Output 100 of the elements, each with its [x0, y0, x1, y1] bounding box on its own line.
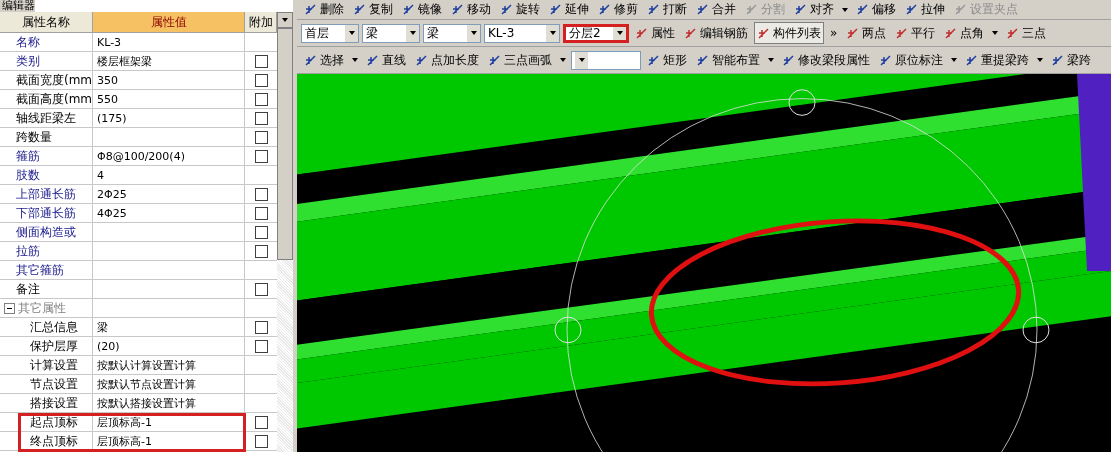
property-value[interactable]: KL-3 [93, 33, 245, 52]
checkbox[interactable] [254, 225, 268, 239]
property-value[interactable]: Φ8@100/200(4) [93, 147, 245, 166]
checkbox[interactable] [254, 434, 268, 448]
toolbar-button[interactable]: 修改梁段属性 [779, 49, 873, 71]
property-value[interactable]: 350 [93, 71, 245, 90]
toolbar-button[interactable]: 对齐 [791, 1, 837, 18]
toolbar-button[interactable]: 移动 [448, 1, 494, 18]
caret-icon [352, 58, 358, 62]
property-name: 计算设置 [0, 356, 93, 375]
property-value[interactable]: 层顶标高-1 [93, 432, 245, 451]
toolbar-button[interactable]: 拉伸 [902, 1, 948, 18]
tool-icon [794, 3, 807, 16]
toolbar-button[interactable]: 梁跨 [1048, 49, 1094, 71]
property-name: 截面高度(mm [0, 90, 93, 109]
property-name: 侧面构造或 [0, 223, 93, 242]
checkbox[interactable] [254, 339, 268, 353]
caret-icon [560, 58, 566, 62]
property-name: 终点顶标 [0, 432, 93, 451]
empty-cell[interactable] [93, 261, 245, 280]
tool-icon [696, 53, 709, 67]
empty-cell[interactable] [93, 242, 245, 261]
dropdown[interactable]: KL-3 [484, 23, 560, 43]
toolbar-button[interactable]: 延伸 [546, 1, 592, 18]
checkbox[interactable] [254, 282, 268, 296]
toolbar-button[interactable]: 选择 [301, 49, 347, 71]
property-name: 类别 [0, 52, 93, 71]
property-value[interactable]: 按默认搭接设置计算 [93, 394, 245, 413]
property-name: 搭接设置 [0, 394, 93, 413]
property-value[interactable]: 550 [93, 90, 245, 109]
caret-icon [578, 58, 585, 62]
property-value[interactable]: 4Φ25 [93, 204, 245, 223]
empty-cell[interactable] [93, 280, 245, 299]
tool-icon [965, 53, 978, 67]
property-value[interactable]: 层顶标高-1 [93, 413, 245, 432]
toolbar-button[interactable]: 点角 [941, 22, 988, 44]
property-value[interactable]: 4 [93, 166, 245, 185]
toolbar-button[interactable]: 复制 [350, 1, 396, 18]
toolbar-button[interactable]: 原位标注 [876, 49, 946, 71]
caret-icon [549, 31, 556, 35]
toolbar-button[interactable]: 点加长度 [412, 49, 482, 71]
collapse-icon[interactable] [4, 302, 15, 314]
tool-icon [856, 3, 869, 16]
tool-icon [782, 53, 795, 67]
toolbar-button[interactable]: 打断 [644, 1, 690, 18]
property-value[interactable]: 按默认计算设置计算 [93, 356, 245, 375]
property-value[interactable]: (175) [93, 109, 245, 128]
property-value[interactable]: 按默认节点设置计算 [93, 375, 245, 394]
dropdown[interactable]: 分层2 [563, 23, 629, 43]
checkbox[interactable] [254, 73, 268, 87]
checkbox[interactable] [254, 149, 268, 163]
toolbar-button[interactable]: 修剪 [595, 1, 641, 18]
toolbar-button[interactable]: 合并 [693, 1, 739, 18]
toolbar-button[interactable]: 两点 [843, 22, 890, 44]
dropdown[interactable]: 梁 [423, 23, 481, 43]
property-value[interactable]: (20) [93, 337, 245, 356]
checkbox[interactable] [254, 54, 268, 68]
more-button[interactable]: » [827, 23, 841, 43]
toolbar-button[interactable]: 编辑钢筋 [681, 22, 751, 44]
tool-icon [895, 26, 909, 40]
toolbar-button[interactable]: 镜像 [399, 1, 445, 18]
property-name: 起点顶标 [0, 413, 93, 432]
group-row[interactable]: 其它属性 [0, 299, 93, 318]
tool-icon [944, 26, 958, 40]
caret-icon [409, 31, 416, 35]
empty-cell[interactable] [93, 223, 245, 242]
toolbar-button[interactable]: 矩形 [644, 49, 690, 71]
toolbar-button[interactable]: 重提梁跨 [962, 49, 1032, 71]
toolbar-button[interactable]: 直线 [363, 49, 409, 71]
checkbox[interactable] [254, 244, 268, 258]
checkbox[interactable] [254, 206, 268, 220]
property-name: 下部通长筋 [0, 204, 93, 223]
property-name: 轴线距梁左 [0, 109, 93, 128]
checkbox[interactable] [254, 111, 268, 125]
caret-icon [951, 58, 957, 62]
property-value[interactable]: 楼层框架梁 [93, 52, 245, 71]
checkbox[interactable] [254, 130, 268, 144]
property-value[interactable]: 梁 [93, 318, 245, 337]
checkbox[interactable] [254, 415, 268, 429]
checkbox[interactable] [254, 92, 268, 106]
toolbar-button[interactable]: 三点画弧 [485, 49, 555, 71]
toolbar-button[interactable]: 构件列表 [754, 22, 824, 44]
tool-icon [304, 3, 317, 16]
dropdown[interactable]: 首层 [301, 23, 359, 43]
toolbar-button[interactable]: 平行 [892, 22, 939, 44]
toolbar-button[interactable]: 智能布置 [693, 49, 763, 71]
tool-icon [402, 3, 415, 16]
toolbar-button[interactable]: 偏移 [853, 1, 899, 18]
dropdown[interactable]: 梁 [362, 23, 420, 43]
checkbox[interactable] [254, 187, 268, 201]
checkbox[interactable] [254, 320, 268, 334]
toolbar-button[interactable]: 属性 [632, 22, 678, 44]
property-name: 上部通长筋 [0, 185, 93, 204]
property-name: 汇总信息 [0, 318, 93, 337]
scrollbar[interactable] [277, 12, 293, 452]
toolbar-button[interactable]: 三点 [1003, 22, 1050, 44]
toolbar-button[interactable]: 删除 [301, 1, 347, 18]
empty-cell[interactable] [93, 128, 245, 147]
toolbar-button[interactable]: 旋转 [497, 1, 543, 18]
property-value[interactable]: 2Φ25 [93, 185, 245, 204]
